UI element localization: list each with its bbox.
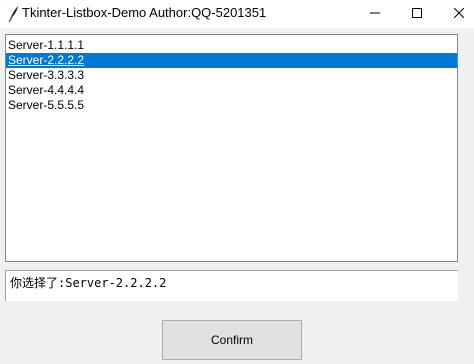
minimize-icon bbox=[370, 5, 380, 23]
maximize-icon bbox=[412, 5, 422, 23]
title-bar[interactable]: Tkinter-Listbox-Demo Author:QQ-5201351 bbox=[0, 0, 474, 28]
server-listbox[interactable]: Server-1.1.1.1 Server-2.2.2.2 Server-3.3… bbox=[5, 34, 458, 262]
close-button[interactable] bbox=[436, 0, 474, 28]
list-item-server-5[interactable]: Server-5.5.5.5 bbox=[6, 98, 457, 113]
list-item-server-1[interactable]: Server-1.1.1.1 bbox=[6, 38, 457, 53]
selection-result-field[interactable]: 你选择了:Server-2.2.2.2 bbox=[5, 270, 458, 301]
list-item-server-4[interactable]: Server-4.4.4.4 bbox=[6, 83, 457, 98]
close-icon bbox=[453, 5, 465, 23]
selection-result-text: 你选择了:Server-2.2.2.2 bbox=[10, 276, 167, 290]
confirm-button[interactable]: Confirm bbox=[162, 320, 302, 360]
minimize-button[interactable] bbox=[352, 0, 398, 28]
feather-icon bbox=[6, 5, 20, 23]
maximize-button[interactable] bbox=[394, 0, 440, 28]
list-item-server-2[interactable]: Server-2.2.2.2 bbox=[6, 53, 457, 68]
list-item-server-3[interactable]: Server-3.3.3.3 bbox=[6, 68, 457, 83]
app-window: Tkinter-Listbox-Demo Author:QQ-5201351 S… bbox=[0, 0, 474, 364]
confirm-button-label: Confirm bbox=[210, 333, 253, 347]
window-title: Tkinter-Listbox-Demo Author:QQ-5201351 bbox=[22, 5, 267, 20]
